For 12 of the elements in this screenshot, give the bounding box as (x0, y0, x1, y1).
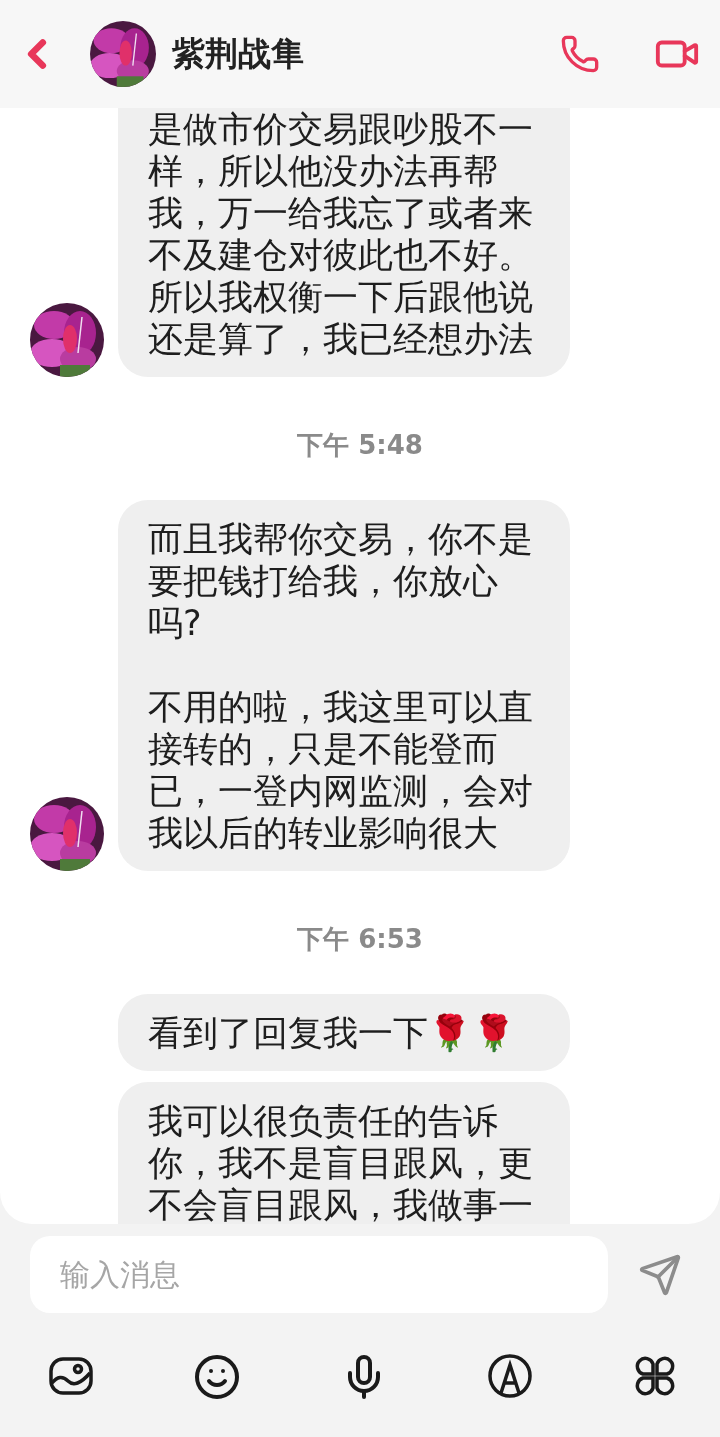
phone-icon[interactable] (560, 34, 600, 74)
message-input[interactable]: 输入消息 (30, 1236, 608, 1313)
pen-circle-icon[interactable] (487, 1353, 533, 1401)
timestamp: 下午 5:48 (297, 429, 423, 462)
message-bubble: 而且我帮你交易，你不是要把钱打给我，你放心吗? 不用的啦，我这里可以直接转的，只是不能登而已，一登内网监测，会对我以后的转业影响很大 (118, 500, 570, 871)
message-bubble: 我可以很负责任的告诉你，我不是盲目跟风，更不会盲目跟风，我做事一 (118, 1082, 570, 1224)
send-icon[interactable] (638, 1252, 682, 1297)
contact-name: 紫荆战隼 (172, 32, 305, 75)
message-bubble: 看到了回复我一下🌹🌹 (118, 994, 570, 1071)
timestamp: 下午 6:53 (297, 923, 423, 956)
message-bubble: 是做市价交易跟吵股不一样，所以他没办法再帮我，万一给我忘了或者来不及建仓对彼此也不好。所以我权衡一下后跟他说还是算了，我已经想办法 (118, 108, 570, 377)
smiley-icon[interactable] (193, 1353, 241, 1401)
